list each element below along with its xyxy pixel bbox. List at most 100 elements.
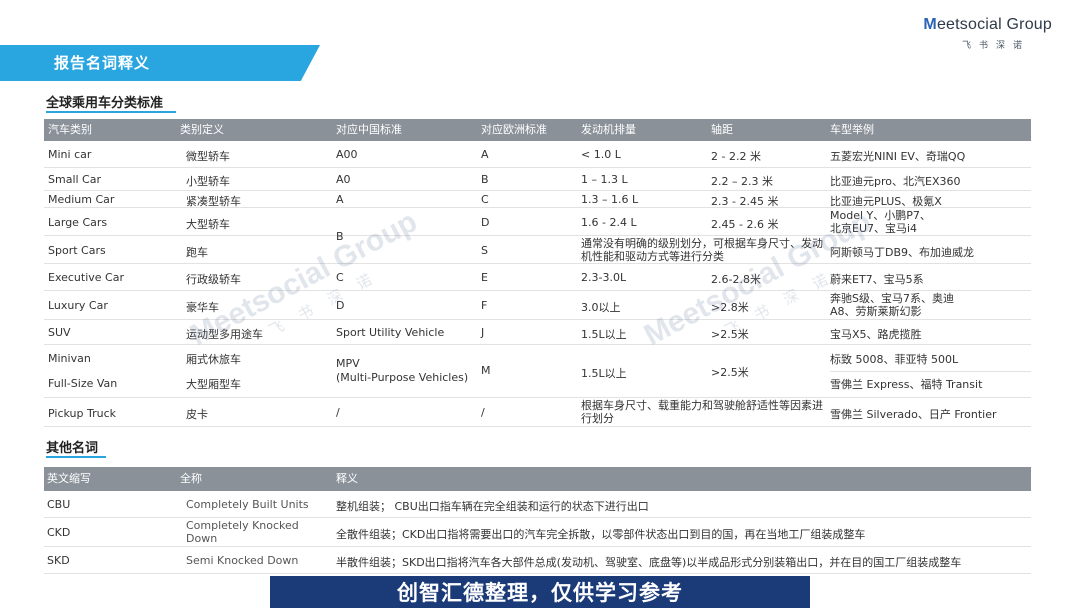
- cell-wheelbase-mpv: >2.5米: [711, 366, 749, 379]
- col-header-fullname: 全称: [180, 472, 202, 485]
- cell-abbr: SKD: [47, 554, 70, 567]
- cell-category: Large Cars: [48, 216, 108, 229]
- cell-category: Luxury Car: [48, 299, 108, 312]
- row-divider: [830, 371, 1031, 372]
- table-row: Sport Cars 跑车 S 通常没有明确的级别划分，可根据车身尺寸、发动机性…: [44, 236, 1031, 264]
- cell-explanation: 整机组装； CBU出口指车辆在完全组装和运行的状态下进行出口: [336, 500, 649, 513]
- cell-engine: 1 – 1.3 L: [581, 173, 628, 186]
- col-header-wheelbase: 轴距: [711, 123, 733, 136]
- cell-definition: 厢式休旅车: [186, 353, 241, 366]
- cell-examples: 比亚迪元PLUS、极氪X: [830, 195, 942, 208]
- section-underline: [46, 456, 106, 458]
- cell-china-standard: C: [336, 271, 344, 284]
- logo-mark: M: [923, 16, 937, 33]
- cell-definition: 大型轿车: [186, 218, 230, 231]
- col-header-engine: 发动机排量: [581, 123, 636, 136]
- cell-abbr: CKD: [47, 526, 71, 539]
- table-row: Small Car 小型轿车 A0 B 1 – 1.3 L 2.2 – 2.3 …: [44, 168, 1031, 191]
- table-row: Medium Car 紧凑型轿车 A C 1.3 – 1.6 L 2.3 - 2…: [44, 191, 1031, 208]
- terms-table: 英文缩写 全称 释义 CBU Completely Built Units 整机…: [44, 467, 1031, 574]
- cell-category: SUV: [48, 326, 71, 339]
- cell-abbr: CBU: [47, 498, 71, 511]
- section-underline: [46, 111, 176, 113]
- cell-examples: 雪佛兰 Silverado、日产 Frontier: [830, 408, 997, 421]
- cell-wheelbase: 2.3 - 2.45 米: [711, 195, 779, 208]
- table-row: CKD Completely Knocked Down 全散件组装；CKD出口指…: [44, 518, 1031, 547]
- table-row: Executive Car 行政级轿车 C E 2.3-3.0L 2.6-2.8…: [44, 264, 1031, 291]
- table-row: Luxury Car 豪华车 D F 3.0以上 >2.8米 奔驰S级、宝马7系…: [44, 291, 1031, 320]
- cell-wheelbase: 2.45 - 2.6 米: [711, 218, 779, 231]
- page-title: 报告名词释义: [54, 54, 151, 72]
- col-header-examples: 车型举例: [830, 123, 874, 136]
- table-row: SUV 运动型多用途车 Sport Utility Vehicle J 1.5L…: [44, 320, 1031, 345]
- section-heading-classification: 全球乘用车分类标准: [46, 96, 164, 111]
- cell-eu-standard-mpv: M: [481, 364, 491, 377]
- cell-definition: 跑车: [186, 246, 208, 259]
- header-banner: [0, 45, 320, 81]
- cell-definition: 微型轿车: [186, 150, 230, 163]
- cell-eu-standard: D: [481, 216, 490, 229]
- cell-eu-standard: A: [481, 148, 489, 161]
- table-row: Mini car 微型轿车 A00 A < 1.0 L 2 - 2.2 米 五菱…: [44, 141, 1031, 168]
- cell-examples: 五菱宏光NINI EV、奇瑞QQ: [830, 150, 966, 163]
- cell-china-standard: D: [336, 299, 345, 312]
- cell-examples: 比亚迪元pro、北汽EX360: [830, 175, 961, 188]
- cell-definition: 小型轿车: [186, 175, 230, 188]
- cell-engine: 2.3-3.0L: [581, 271, 627, 284]
- cell-definition: 行政级轿车: [186, 273, 241, 286]
- cell-definition: 皮卡: [186, 408, 208, 421]
- cell-china-standard-mpv: MPV (Multi-Purpose Vehicles): [336, 357, 469, 384]
- cell-wheelbase: 2.2 – 2.3 米: [711, 175, 773, 188]
- cell-engine: 1.6 - 2.4 L: [581, 216, 637, 229]
- logo-subtitle: 飞书深诺: [961, 41, 1030, 51]
- classification-table: 汽车类别 类别定义 对应中国标准 对应欧洲标准 发动机排量 轴距 车型举例 Mi…: [44, 119, 1031, 427]
- cell-category: Executive Car: [48, 271, 124, 284]
- col-header-explanation: 释义: [336, 472, 358, 485]
- cell-explanation: 全散件组装；CKD出口指将需要出口的汽车完全拆散，以零部件状态出口到目的国，再在…: [336, 528, 866, 541]
- cell-eu-standard: B: [481, 173, 489, 186]
- table-header: 汽车类别 类别定义 对应中国标准 对应欧洲标准 发动机排量 轴距 车型举例: [44, 119, 1031, 141]
- cell-eu-standard: C: [481, 193, 489, 206]
- table-header: 英文缩写 全称 释义: [44, 467, 1031, 491]
- brand-logo: Meetsocial Group: [923, 16, 1052, 34]
- cell-examples: 奔驰S级、宝马7系、奥迪A8、劳斯莱斯幻影: [830, 292, 954, 318]
- cell-definition: 运动型多用途车: [186, 328, 263, 341]
- table-row: SKD Semi Knocked Down 半散件组装；SKD出口指将汽车各大部…: [44, 547, 1031, 574]
- cell-fullname: Completely Built Units: [186, 498, 309, 511]
- table-row: Pickup Truck 皮卡 / / 根据车身尺寸、载重能力和驾驶舱舒适性等因…: [44, 398, 1031, 427]
- cell-fullname: Completely Knocked Down: [186, 519, 299, 545]
- cell-china-standard: A0: [336, 173, 351, 186]
- cell-eu-standard: S: [481, 244, 488, 257]
- cell-examples: 标致 5008、菲亚特 500L: [830, 353, 959, 366]
- cell-china-standard: /: [336, 406, 340, 419]
- col-header-abbr: 英文缩写: [47, 472, 91, 485]
- cell-engine-mpv: 1.5L以上: [581, 367, 627, 380]
- cell-china-standard: A: [336, 193, 344, 206]
- cell-category: Medium Car: [48, 193, 115, 206]
- cell-definition: 大型厢型车: [186, 378, 241, 391]
- cell-category: Minivan: [48, 352, 91, 365]
- cell-china-standard: A00: [336, 148, 358, 161]
- cell-wheelbase: >2.8米: [711, 301, 749, 314]
- cell-china-standard: Sport Utility Vehicle: [336, 326, 445, 339]
- table-row: CBU Completely Built Units 整机组装； CBU出口指车…: [44, 491, 1031, 518]
- cell-fullname: Semi Knocked Down: [186, 554, 299, 567]
- cell-eu-standard: F: [481, 299, 488, 312]
- col-header-definition: 类别定义: [180, 123, 224, 136]
- cell-examples: 雪佛兰 Express、福特 Transit: [830, 378, 983, 391]
- cell-wheelbase: 2.6-2.8米: [711, 273, 761, 286]
- cell-examples: Model Y、小鹏P7、北京EU7、宝马i4: [830, 209, 931, 235]
- cell-engine: 3.0以上: [581, 301, 621, 314]
- table-row: Large Cars 大型轿车 D 1.6 - 2.4 L 2.45 - 2.6…: [44, 208, 1031, 243]
- cell-examples: 蔚来ET7、宝马5系: [830, 273, 924, 286]
- cell-examples: 阿斯顿马丁DB9、布加迪威龙: [830, 246, 975, 259]
- cell-definition: 紧凑型轿车: [186, 195, 241, 208]
- cell-category: Mini car: [48, 148, 92, 161]
- cell-eu-standard: J: [481, 326, 485, 339]
- cell-engine: 1.5L以上: [581, 328, 627, 341]
- cell-definition: 豪华车: [186, 301, 219, 314]
- cell-category: Full-Size Van: [48, 377, 118, 390]
- table-row-group-mpv: Minivan 厢式休旅车 标致 5008、菲亚特 500L Full-Size…: [44, 345, 1031, 398]
- cell-engine: 根据车身尺寸、载重能力和驾驶舱舒适性等因素进行划分: [581, 399, 823, 425]
- cell-examples: 宝马X5、路虎揽胜: [830, 328, 922, 341]
